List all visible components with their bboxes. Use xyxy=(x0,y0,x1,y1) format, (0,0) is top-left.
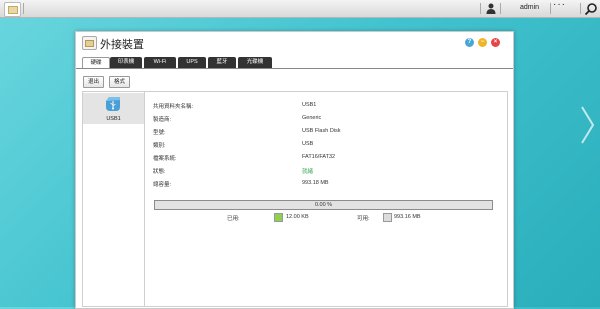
window-title: 外接裝置 xyxy=(100,36,144,52)
chevron-right-icon[interactable] xyxy=(578,105,596,145)
used-swatch xyxy=(274,213,283,222)
manufacturer-label: 製造商: xyxy=(153,115,171,123)
taskbar: admin ··· xyxy=(0,0,600,18)
eject-button[interactable]: 退出 xyxy=(83,76,104,88)
taskbar-divider xyxy=(500,3,501,14)
close-button[interactable]: × xyxy=(491,38,500,47)
total-capacity-value: 993.18 MB xyxy=(302,180,329,186)
device-item-usb1[interactable]: USB1 xyxy=(83,93,144,124)
minimize-button[interactable]: − xyxy=(478,38,487,47)
tab-bluetooth[interactable]: 藍牙 xyxy=(208,57,236,68)
tab-printer[interactable]: 印表機 xyxy=(110,57,142,68)
share-folder-value: USB1 xyxy=(302,102,316,108)
taskbar-divider xyxy=(580,3,581,14)
device-name: USB1 xyxy=(83,116,144,122)
total-capacity-label: 總容量: xyxy=(153,180,171,188)
usage-progress-bar: 0.00 % xyxy=(154,200,493,210)
tab-wifi[interactable]: Wi-Fi xyxy=(144,57,176,68)
status-value: 就緒 xyxy=(302,167,313,175)
model-label: 型號: xyxy=(153,128,166,136)
used-label: 已用: xyxy=(227,214,240,222)
free-swatch xyxy=(383,213,392,222)
free-label: 可用: xyxy=(357,214,370,222)
help-button[interactable]: ? xyxy=(465,38,474,47)
taskbar-divider xyxy=(480,3,481,14)
window-titlebar[interactable]: 外接裝置 ? − × xyxy=(76,32,513,54)
share-folder-label: 共用資料夾名稱: xyxy=(153,102,193,110)
username-label[interactable]: admin xyxy=(520,4,539,11)
manufacturer-value: Generic xyxy=(302,115,321,121)
type-label: 類別: xyxy=(153,141,166,149)
tab-divider xyxy=(76,68,513,69)
usage-percent: 0.00 % xyxy=(155,201,492,209)
model-value: USB Flash Disk xyxy=(302,128,341,134)
external-device-app-icon xyxy=(82,36,97,50)
usb-drive-icon xyxy=(105,96,121,112)
taskbar-divider xyxy=(23,3,24,14)
tab-hard-disk[interactable]: 硬碟 xyxy=(82,57,110,68)
type-value: USB xyxy=(302,141,313,147)
tab-optical-drive[interactable]: 光碟機 xyxy=(238,57,272,68)
used-value: 12.00 KB xyxy=(286,214,309,220)
more-options-icon[interactable]: ··· xyxy=(553,0,566,10)
free-value: 993.16 MB xyxy=(394,214,421,220)
device-list: USB1 xyxy=(82,91,145,307)
taskbar-divider xyxy=(550,3,551,14)
external-device-window: 外接裝置 ? − × 硬碟 印表機 Wi-Fi UPS 藍牙 光碟機 退出 格式… xyxy=(75,31,514,309)
show-desktop-icon[interactable] xyxy=(4,2,21,17)
device-details-panel: 共用資料夾名稱: USB1 製造商: Generic 型號: USB Flash… xyxy=(144,91,508,307)
format-button[interactable]: 格式 xyxy=(109,76,130,88)
tab-ups[interactable]: UPS xyxy=(178,57,206,68)
search-icon[interactable] xyxy=(584,2,598,16)
file-system-label: 檔案系統: xyxy=(153,154,177,162)
user-icon[interactable] xyxy=(486,3,496,14)
status-label: 狀態: xyxy=(153,167,166,175)
file-system-value: FAT16/FAT32 xyxy=(302,154,335,160)
